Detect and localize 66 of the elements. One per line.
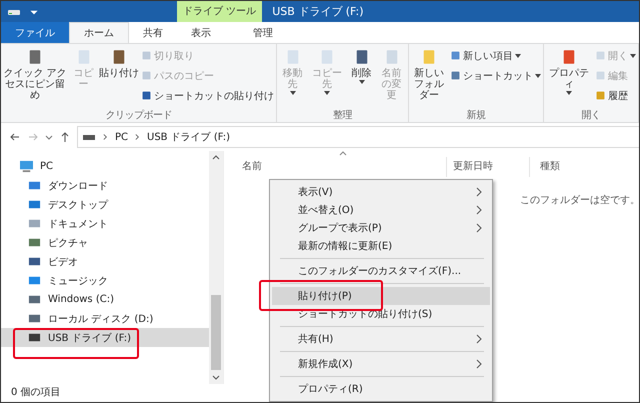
menu-item[interactable]: プロパティ(R) xyxy=(272,380,490,398)
ribbon-button[interactable]: 貼り付け xyxy=(99,46,139,80)
scroll-down-icon[interactable] xyxy=(212,375,220,381)
caret-icon xyxy=(630,54,636,58)
empty-folder-message: このフォルダーは空です。 xyxy=(520,194,639,207)
caret-icon xyxy=(290,91,296,95)
scrollbar[interactable] xyxy=(209,151,223,384)
window-title: USB ドライブ (F:) xyxy=(272,4,364,19)
drive-icon xyxy=(27,293,42,306)
menu-item[interactable]: 共有(H) xyxy=(272,330,490,348)
tree-item[interactable]: Windows (C:) xyxy=(1,290,209,309)
ribbon-button[interactable]: 履歴 xyxy=(594,86,637,105)
ribbon-button[interactable]: クイック アクセスにピン留め xyxy=(2,46,68,102)
menu-item[interactable]: 並べ替え(O) xyxy=(272,201,490,219)
tree-item[interactable]: ローカル ディスク (D:) xyxy=(1,309,209,328)
caret-icon xyxy=(515,54,521,58)
menu-item[interactable]: 新規作成(X) xyxy=(272,355,490,373)
tree-item[interactable]: ビデオ xyxy=(1,252,209,271)
chevron-icon[interactable] xyxy=(135,133,140,141)
ribbon-button[interactable]: ショートカット xyxy=(449,66,542,85)
ribbon-button[interactable]: ショートカットの貼り付け xyxy=(140,86,275,105)
tree-item[interactable]: ミュージック xyxy=(1,271,209,290)
back-icon[interactable] xyxy=(9,131,21,143)
caret-icon[interactable] xyxy=(45,133,53,141)
scroll-up-icon[interactable] xyxy=(212,154,220,160)
menu-item[interactable]: このフォルダーのカスタマイズ(F)... xyxy=(272,262,490,280)
caret-icon xyxy=(535,74,541,78)
ribbon-button[interactable]: 新しい項目 xyxy=(449,46,542,65)
tree-item[interactable]: ドキュメント xyxy=(1,214,209,233)
tree-item[interactable]: USB ドライブ (F:) xyxy=(1,328,209,347)
drive-icon xyxy=(82,132,96,142)
tree-item[interactable]: デスクトップ xyxy=(1,195,209,214)
column-header[interactable]: 更新日時 xyxy=(447,157,530,177)
chevron-icon[interactable] xyxy=(103,133,108,141)
menu-item[interactable]: 表示(V) xyxy=(272,183,490,201)
ribbon-button[interactable]: 新しいフォルダー xyxy=(410,46,448,102)
computer-icon xyxy=(19,160,34,173)
scroll-thumb[interactable] xyxy=(211,295,221,370)
drive-icon xyxy=(27,312,42,325)
menu-item[interactable]: グループで表示(P) xyxy=(272,219,490,237)
column-header[interactable]: 名前 xyxy=(224,157,447,177)
group-label: 開く xyxy=(580,109,602,122)
group-label: クリップボード xyxy=(104,109,173,122)
tree-item[interactable]: ダウンロード xyxy=(1,176,209,195)
menu-item[interactable]: 最新の情報に更新(E) xyxy=(272,237,490,255)
caret-icon xyxy=(566,91,572,95)
ribbon-button[interactable]: 削除 xyxy=(347,46,376,85)
up-icon[interactable] xyxy=(59,131,71,143)
breadcrumb[interactable]: PC xyxy=(115,132,128,142)
sort-caret-icon xyxy=(339,151,347,156)
tree-item[interactable]: PC xyxy=(1,157,209,176)
menu-item[interactable]: 貼り付け(P) xyxy=(272,287,490,305)
item-count: 0 個の項目 xyxy=(11,387,61,398)
context-tab-label: ドライブ ツール xyxy=(177,1,262,22)
address-bar[interactable]: PC USB ドライブ (F:) xyxy=(77,126,639,148)
breadcrumb[interactable]: USB ドライブ (F:) xyxy=(147,130,230,144)
file-tab[interactable]: ファイル xyxy=(1,22,69,43)
column-header[interactable]: 種類 xyxy=(530,157,560,177)
ribbon-button[interactable]: プロパティ xyxy=(545,46,593,96)
group-label: 新規 xyxy=(466,109,486,122)
caret-icon xyxy=(358,80,364,84)
tree-item[interactable]: ピクチャ xyxy=(1,233,209,252)
caret-icon xyxy=(324,91,330,95)
drive-icon xyxy=(27,331,42,344)
group-label: 整理 xyxy=(332,109,354,122)
ribbon-tab[interactable]: ホーム xyxy=(69,22,129,43)
